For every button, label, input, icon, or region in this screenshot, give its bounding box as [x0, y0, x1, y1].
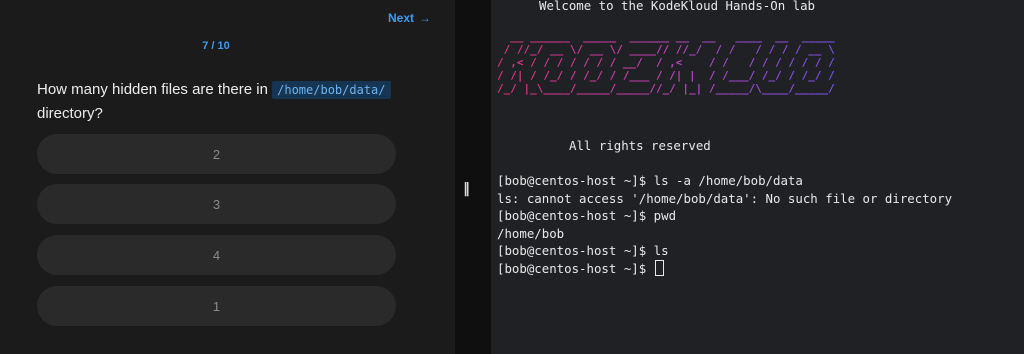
- kodekloud-ascii-banner: __ ______ _____ ______ __ __ ____ __ ___…: [497, 30, 835, 95]
- terminal-line: ls: cannot access '/home/bob/data': No s…: [497, 191, 953, 206]
- arrow-right-icon: →: [419, 11, 431, 25]
- terminal-line: /home/bob: [497, 226, 565, 241]
- terminal-line: [bob@centos-host ~]$ ls: [497, 243, 669, 258]
- question-progress: 7 / 10: [202, 40, 230, 52]
- question-path-code: /home/bob/data/: [272, 81, 391, 99]
- answer-option[interactable]: 1: [37, 286, 396, 326]
- quiz-panel: Next → 7 / 10 How many hidden files are …: [0, 0, 455, 354]
- next-button[interactable]: Next →: [388, 11, 431, 25]
- terminal-line: [bob@centos-host ~]$ pwd: [497, 208, 677, 223]
- answer-option[interactable]: 2: [37, 134, 396, 174]
- answer-option[interactable]: 3: [37, 184, 396, 224]
- terminal-line: [bob@centos-host ~]$ ls -a /home/bob/dat…: [497, 173, 803, 188]
- terminal[interactable]: Welcome to the KodeKloud Hands-On lab __…: [491, 0, 1024, 354]
- terminal-prompt-line: [bob@centos-host ~]$: [497, 260, 664, 277]
- drag-handle-icon[interactable]: ||: [463, 181, 470, 197]
- question-text: How many hidden files are there in /home…: [37, 78, 417, 125]
- answer-option[interactable]: 4: [37, 235, 396, 275]
- terminal-welcome: Welcome to the KodeKloud Hands-On lab: [539, 0, 816, 13]
- terminal-prompt: [bob@centos-host ~]$: [497, 261, 654, 276]
- question-text-end: directory?: [37, 105, 103, 122]
- terminal-rights: All rights reserved: [569, 138, 711, 153]
- question-text-start: How many hidden files are there in: [37, 81, 273, 98]
- panel-divider: [455, 0, 491, 354]
- next-label: Next: [387, 11, 414, 25]
- terminal-cursor[interactable]: [654, 260, 664, 276]
